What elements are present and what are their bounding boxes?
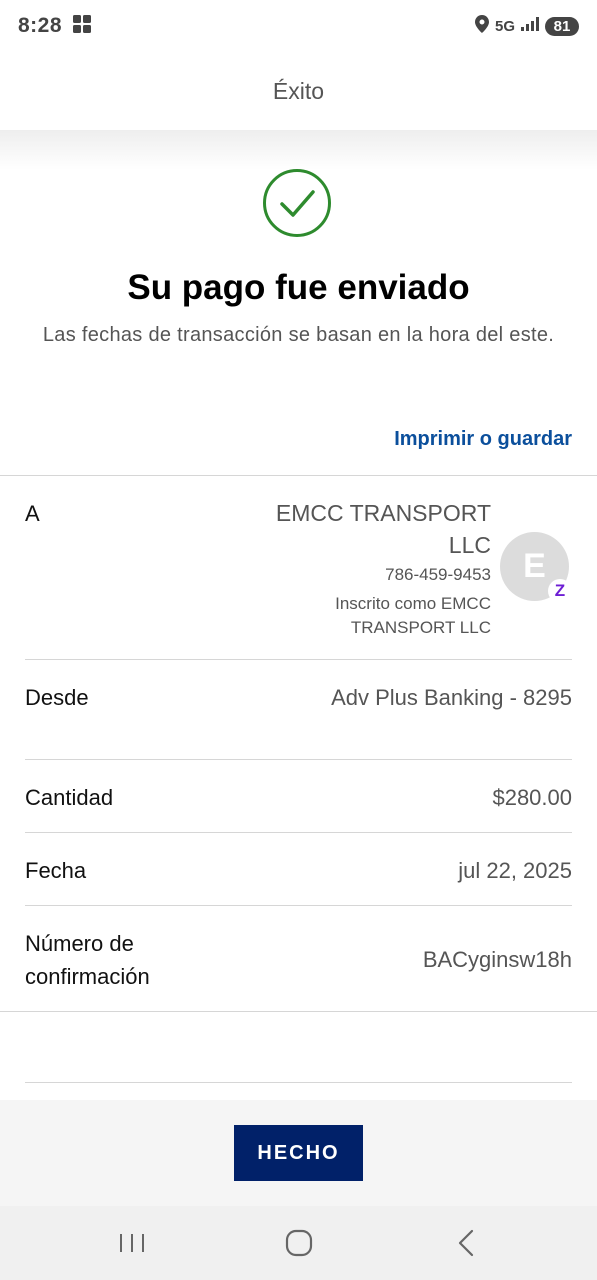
app-header: Éxito — [0, 52, 597, 130]
divider — [25, 759, 572, 760]
date-value: jul 22, 2025 — [458, 858, 572, 883]
divider — [25, 659, 572, 660]
recent-apps-icon[interactable] — [112, 1223, 152, 1263]
status-bar: 8:28 5G 81 — [0, 0, 597, 52]
gallery-icon — [72, 14, 92, 39]
location-icon — [474, 14, 489, 38]
header-shadow — [0, 130, 597, 170]
navigation-bar — [0, 1206, 597, 1280]
payee-enrolled: Inscrito como EMCC TRANSPORT LLC — [335, 594, 491, 637]
amount-label: Cantidad — [25, 785, 114, 810]
divider — [0, 1011, 597, 1012]
zelle-icon: Z — [548, 579, 572, 603]
date-label: Fecha — [25, 858, 87, 883]
from-value: Adv Plus Banking - 8295 — [331, 685, 572, 710]
payee-label: A — [25, 501, 40, 526]
payee-phone: 786-459-9453 — [385, 565, 491, 584]
divider — [25, 832, 572, 833]
back-icon[interactable] — [446, 1223, 486, 1263]
confirmation-value: BACyginsw18h — [422, 947, 572, 972]
payee-name: EMCC TRANSPORT LLC — [275, 500, 491, 558]
home-icon[interactable] — [279, 1223, 319, 1263]
status-time: 8:28 — [18, 14, 63, 37]
check-circle-icon — [262, 168, 332, 238]
divider — [25, 1082, 572, 1083]
done-button[interactable]: HECHO — [234, 1125, 363, 1181]
print-or-save-link[interactable]: Imprimir o guardar — [394, 428, 572, 451]
success-title: Su pago fue enviado — [127, 268, 470, 307]
success-subtitle: Las fechas de transacción se basan en la… — [42, 324, 555, 346]
divider — [25, 905, 572, 906]
from-label: Desde — [25, 685, 89, 710]
signal-icon — [521, 16, 539, 36]
page-title: Éxito — [272, 77, 325, 104]
network-type: 5G — [494, 17, 515, 35]
confirmation-label: Número de confirmación — [25, 931, 150, 989]
divider — [0, 475, 597, 476]
battery-indicator: 81 — [545, 16, 579, 36]
amount-value: $280.00 — [492, 785, 572, 810]
